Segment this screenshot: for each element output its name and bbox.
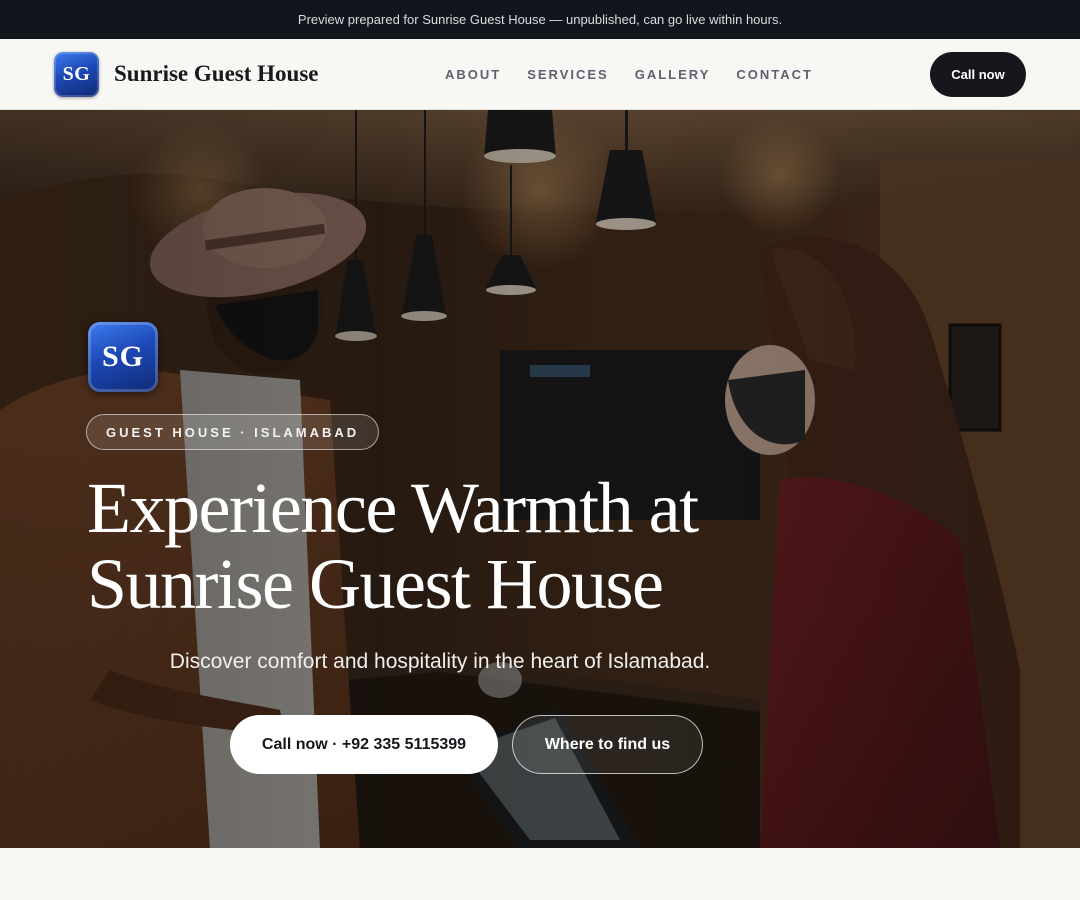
header-call-button[interactable]: Call now [930, 52, 1026, 97]
hero-title-line2: Sunrise Guest House [87, 544, 664, 624]
hero-location-button[interactable]: Where to find us [512, 715, 703, 774]
main-nav: ABOUT SERVICES GALLERY CONTACT [445, 39, 813, 109]
hero-call-button[interactable]: Call now · +92 335 5115399 [230, 715, 498, 774]
hero-section: SG GUEST HOUSE · ISLAMABAD Experience Wa… [0, 110, 1080, 848]
site-header: SG Sunrise Guest House ABOUT SERVICES GA… [0, 39, 1080, 110]
nav-link-about[interactable]: ABOUT [445, 67, 501, 82]
hero-title: Experience Warmth at Sunrise Guest House [87, 470, 847, 622]
hero-actions: Call now · +92 335 5115399 Where to find… [230, 715, 703, 774]
brand-name: Sunrise Guest House [114, 61, 319, 86]
next-section [0, 848, 1080, 900]
nav-link-gallery[interactable]: GALLERY [635, 67, 711, 82]
hero-sg-logo-icon: SG [88, 322, 158, 392]
hero-subtitle: Discover comfort and hospitality in the … [169, 650, 711, 673]
sg-logo-icon: SG [54, 51, 99, 97]
nav-link-contact[interactable]: CONTACT [736, 67, 813, 82]
hero-eyebrow-text: GUEST HOUSE · ISLAMABAD [106, 424, 360, 440]
preview-banner: Preview prepared for Sunrise Guest House… [0, 0, 1080, 39]
hero-eyebrow-badge: GUEST HOUSE · ISLAMABAD [86, 414, 380, 450]
nav-link-services[interactable]: SERVICES [527, 67, 609, 82]
brand-home-link[interactable]: SG Sunrise Guest House [54, 51, 318, 97]
hero-title-line1: Experience Warmth at [87, 468, 699, 548]
preview-banner-text: Preview prepared for Sunrise Guest House… [297, 12, 783, 27]
